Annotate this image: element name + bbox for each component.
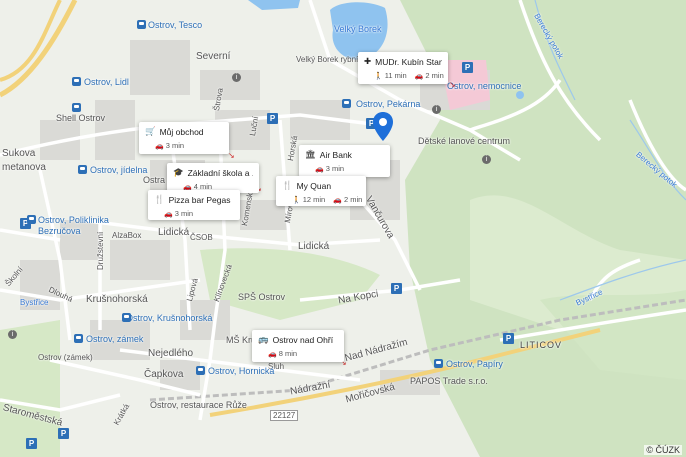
map-base-layer xyxy=(0,0,686,457)
label-velky-borek: Velký Borek xyxy=(334,24,382,34)
label-street-krusnohorska: Krušnohorská xyxy=(86,294,148,305)
bus-stop-icon[interactable] xyxy=(74,334,83,343)
label-poi-tesco[interactable]: Ostrov, Tesco xyxy=(148,20,202,30)
bus-stop-icon[interactable] xyxy=(196,366,205,375)
car-icon: 🚗 xyxy=(155,143,164,150)
poi-card-pizza-bar-pegas[interactable]: 🍴 Pizza bar Pegas 🚗 3 min xyxy=(148,190,240,220)
car-time: 2 min xyxy=(343,195,363,204)
bus-stop-icon[interactable] xyxy=(137,20,146,29)
cart-icon: 🛒 xyxy=(145,126,156,136)
label-poi-zamek[interactable]: Ostrov, zámek xyxy=(86,334,143,344)
label-street-druzstevni: Družstevní xyxy=(96,231,105,270)
label-poi-zamek-2[interactable]: Ostrov (zámek) xyxy=(38,353,93,362)
car-icon: 🚗 xyxy=(333,197,342,204)
label-poi-papiry[interactable]: Ostrov, Papíry xyxy=(446,359,503,369)
car-time: 3 min xyxy=(165,141,185,150)
bus-stop-icon[interactable] xyxy=(434,359,443,368)
label-street-lidicka: Lidická xyxy=(158,227,190,238)
label-poi-lanove-centrum[interactable]: Dětské lanové centrum xyxy=(418,136,510,146)
copyright: © ČÚZK xyxy=(644,445,682,455)
parking-icon[interactable]: P xyxy=(26,438,37,449)
bus-stop-icon[interactable] xyxy=(78,165,87,174)
label-poi-pekarna[interactable]: Ostrov, Pekárna xyxy=(356,99,420,109)
car-icon: 🚗 xyxy=(268,351,277,358)
poi-card-mudr[interactable]: ✚MUDr. Kubín Stan... 🚶11 min 🚗2 min xyxy=(358,52,448,84)
poi-card-ostrov-nad-ohri[interactable]: 🚌 Ostrov nad Ohří 🚗 8 min xyxy=(252,330,344,362)
label-poi-shell[interactable]: Shell Ostrov xyxy=(56,113,105,123)
poi-card-title: Ostrov nad Ohří xyxy=(272,334,334,345)
poi-card-my-quan[interactable]: 🍴 My Quan 🚶 12 min 🚗 2 min xyxy=(276,176,366,206)
bus-icon: 🚌 xyxy=(258,334,269,344)
parking-icon[interactable]: P xyxy=(391,283,402,294)
poi-card-title: Můj obchod xyxy=(159,126,204,137)
label-poi-hornicka[interactable]: Ostrov, Hornická xyxy=(208,366,274,376)
car-icon: 🚗 xyxy=(414,73,424,80)
bus-stop-icon[interactable] xyxy=(72,103,81,112)
poi-card-title: MUDr. Kubín Stan... xyxy=(375,56,442,67)
poi-card-title: Pizza bar Pegas xyxy=(168,194,231,205)
walk-icon: 🚶 xyxy=(292,197,301,204)
location-marker-icon[interactable] xyxy=(372,112,394,142)
car-time: 8 min xyxy=(278,349,298,358)
bus-stop-icon[interactable] xyxy=(342,99,351,108)
info-icon[interactable]: i xyxy=(432,105,441,114)
label-street-nejedleho: Nejedlého xyxy=(148,348,194,359)
label-csob: ČSOB xyxy=(190,233,213,242)
parking-icon[interactable]: P xyxy=(462,62,473,73)
car-time: 3 min xyxy=(174,209,194,218)
car-time: 3 min xyxy=(325,164,345,173)
label-street-smetanova: metanova xyxy=(2,162,46,173)
clinic-icon: ✚ xyxy=(364,56,372,66)
label-poi-bezrucova[interactable]: Bezručova xyxy=(38,226,81,236)
bus-stop-icon[interactable] xyxy=(72,77,81,86)
label-poi-ruze[interactable]: Ostrov, restaurace Růže xyxy=(150,400,247,410)
label-bystrice-2: Bystřice xyxy=(20,298,49,307)
parking-icon[interactable]: P xyxy=(503,333,514,344)
map-canvas[interactable]: Severní Sukova metanova Lidická Lidická … xyxy=(0,0,686,457)
walk-time: 11 min xyxy=(384,71,407,80)
car-time: 2 min xyxy=(425,71,444,80)
label-poi-krusnohorska[interactable]: Ostrov, Krušnohorská xyxy=(126,313,212,323)
label-poi-lidl[interactable]: Ostrov, Lidl xyxy=(84,77,129,87)
poi-card-muj-obchod[interactable]: 🛒 Můj obchod 🚗 3 min xyxy=(139,122,229,154)
walk-time: 12 min xyxy=(302,195,326,204)
direction-arrow-icon: ↘ xyxy=(449,80,456,89)
bus-stop-icon[interactable] xyxy=(27,215,36,224)
label-liticov: LITICOV xyxy=(520,340,563,350)
restaurant-icon: 🍴 xyxy=(154,194,165,204)
label-poi-jidelna[interactable]: Ostrov, jídelna xyxy=(90,165,147,175)
info-icon[interactable]: i xyxy=(232,73,241,82)
restaurant-icon: 🍴 xyxy=(282,180,293,190)
parking-icon[interactable]: P xyxy=(58,428,69,439)
label-street-capkova: Čapkova xyxy=(144,369,184,380)
label-street-lidicka-2: Lidická xyxy=(298,241,330,252)
poi-card-title: Air Bank xyxy=(319,149,352,160)
label-velky-borek-rybnik: Velký Borek rybník xyxy=(296,55,363,64)
walk-icon: 🚶 xyxy=(374,73,383,80)
label-poi-ostra: Ostra xyxy=(143,175,166,185)
info-icon[interactable]: i xyxy=(8,330,17,339)
poi-card-zakladni-skola[interactable]: 🎓 Základní škola a ... 🚗 4 min xyxy=(167,163,259,193)
label-poi-papos[interactable]: PAPOS Trade s.r.o. xyxy=(410,376,488,386)
poi-card-air-bank[interactable]: 🏛 Air Bank 🚗 3 min xyxy=(299,145,390,177)
label-poi-poliklinika[interactable]: Ostrov, Poliklinika xyxy=(38,215,109,225)
poi-card-title: Základní škola a ... xyxy=(187,167,253,178)
label-poi-alzabox[interactable]: AlzaBox xyxy=(112,231,141,240)
car-icon: 🚗 xyxy=(164,211,173,218)
label-route-number: 22127 xyxy=(270,410,299,421)
info-icon[interactable]: i xyxy=(482,155,491,164)
parking-icon[interactable]: P xyxy=(267,113,278,124)
label-poi-sps-ostrov[interactable]: SPŠ Ostrov xyxy=(238,292,285,302)
bank-icon: 🏛 xyxy=(305,149,316,159)
school-icon: 🎓 xyxy=(173,167,184,177)
car-icon: 🚗 xyxy=(315,166,324,173)
label-street-sukova: Sukova xyxy=(2,148,36,159)
poi-card-title: My Quan xyxy=(296,180,332,191)
label-poi-nemocnice[interactable]: Ostrov, nemocnice xyxy=(447,81,521,91)
direction-arrow-icon: ↘ xyxy=(228,151,235,160)
label-street-severni: Severní xyxy=(196,51,231,62)
bus-stop-icon[interactable] xyxy=(122,313,131,322)
